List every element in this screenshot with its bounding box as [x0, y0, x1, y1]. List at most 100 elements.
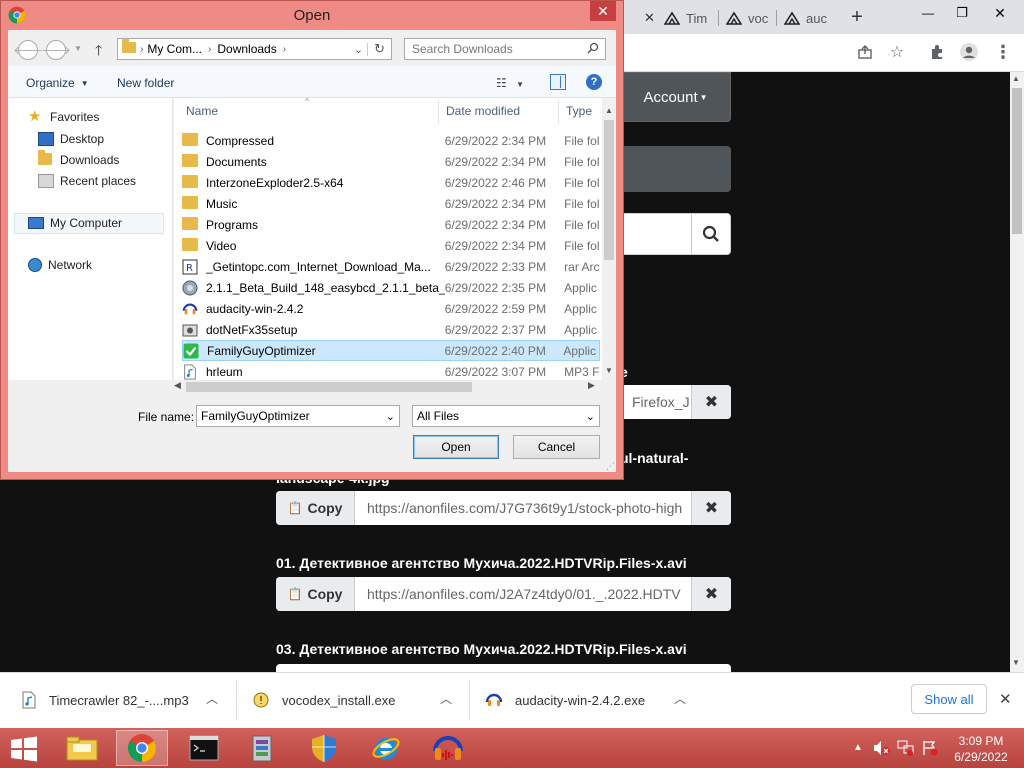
network-icon[interactable]: [897, 740, 915, 756]
tab-audacity[interactable]: auc: [776, 2, 834, 34]
dialog-close-button[interactable]: ✕: [590, 1, 616, 21]
chevron-up-icon[interactable]: ︿: [440, 690, 452, 707]
scroll-right-arrow-icon[interactable]: ▶: [588, 380, 595, 391]
link-url[interactable]: https://anonfiles.com/J7G736t9y1/stock-p…: [355, 491, 691, 525]
help-icon[interactable]: ?: [586, 74, 602, 90]
file-row[interactable]: FamilyGuyOptimizer 6/29/2022 2:40 PM Appli…: [182, 340, 600, 361]
file-row[interactable]: R _Getintopc.com_Internet_Download_Ma... 6…: [182, 256, 600, 277]
site-search-button[interactable]: [691, 214, 730, 254]
profile-avatar-icon[interactable]: [958, 41, 980, 63]
file-type: File fol: [564, 154, 600, 169]
account-dropdown-button[interactable]: Account ▼: [620, 72, 731, 122]
entry-title: 01. Детективное агентство Мухича.2022.HD…: [276, 555, 687, 571]
organize-menu[interactable]: Organize ▼: [26, 76, 89, 90]
tab-close-icon[interactable]: ✕: [636, 2, 656, 34]
share-icon[interactable]: [854, 41, 876, 63]
chevron-up-icon[interactable]: ︿: [206, 690, 218, 707]
taskbar-internet-explorer[interactable]: [360, 730, 412, 766]
breadcrumb-my-computer[interactable]: My Com...: [147, 42, 202, 56]
taskbar-cmd[interactable]: [178, 730, 230, 766]
column-header-type[interactable]: Type: [566, 104, 592, 118]
link-url[interactable]: Firefox_J: [620, 385, 691, 419]
file-list-hscroll-thumb[interactable]: [186, 382, 472, 392]
file-row[interactable]: Video 6/29/2022 2:34 PM File fol: [182, 235, 600, 256]
file-row[interactable]: InterzoneExploder2.5-x64 6/29/2022 2:46 P…: [182, 172, 600, 193]
address-history-chevron-icon[interactable]: ⌄: [350, 42, 369, 56]
cancel-button[interactable]: Cancel: [513, 435, 600, 459]
search-downloads-input[interactable]: Search Downloads: [404, 38, 606, 60]
resize-grip-icon[interactable]: ⋰: [606, 461, 615, 472]
refresh-icon[interactable]: ↻: [368, 41, 391, 57]
back-button[interactable]: 🡐: [13, 40, 43, 60]
minimize-button[interactable]: —: [916, 4, 940, 22]
start-windows-icon[interactable]: [10, 736, 38, 762]
scroll-left-arrow-icon[interactable]: ◀: [174, 380, 181, 391]
copy-button[interactable]: 📋 Copy: [276, 577, 355, 611]
scroll-down-arrow-icon[interactable]: ▼: [1012, 658, 1020, 667]
file-row[interactable]: Documents 6/29/2022 2:34 PM File fol: [182, 151, 600, 172]
open-button[interactable]: Open: [413, 435, 499, 459]
chevron-down-icon[interactable]: ⌄: [386, 410, 395, 423]
breadcrumb-downloads[interactable]: Downloads: [217, 42, 276, 56]
browser-close-button[interactable]: ✕: [988, 4, 1012, 22]
page-scrollbar-thumb[interactable]: [1012, 88, 1022, 234]
file-row[interactable]: 2.1.1_Beta_Build_148_easybcd_2.1.1_beta_…: [182, 277, 600, 298]
tab-timecrawler[interactable]: Tim: [656, 2, 716, 34]
scroll-up-arrow-icon[interactable]: ▲: [1012, 74, 1020, 83]
chrome-icon: [128, 734, 156, 762]
view-options-icon[interactable]: ☷ ▼: [496, 76, 524, 90]
show-all-downloads-button[interactable]: Show all: [911, 684, 987, 714]
bookmark-star-icon[interactable]: ☆: [886, 41, 908, 63]
file-type-select[interactable]: All Files ⌄: [412, 405, 600, 427]
nav-favorites[interactable]: ★ Favorites: [28, 109, 99, 124]
scroll-up-arrow-icon[interactable]: ▲: [605, 106, 613, 115]
file-name: audacity-win-2.4.2: [206, 301, 304, 316]
menu-kebab-icon[interactable]: ⋮: [992, 41, 1014, 63]
restore-button[interactable]: ❐: [950, 4, 974, 22]
new-folder-button[interactable]: New folder: [117, 76, 174, 90]
folder-file-icon: [182, 195, 198, 212]
taskbar-security[interactable]: [298, 730, 350, 766]
download-item-audacity[interactable]: audacity-win-2.4.2.exe: [485, 684, 645, 716]
remove-link-button[interactable]: ✖: [691, 385, 731, 419]
column-header-date[interactable]: Date modified: [446, 104, 520, 118]
chevron-up-icon[interactable]: ︿: [674, 690, 686, 707]
file-row[interactable]: dotNetFx35setup 6/29/2022 2:37 PM Applic: [182, 319, 600, 340]
remove-link-button[interactable]: ✖: [691, 491, 731, 525]
extensions-icon[interactable]: [926, 41, 948, 63]
tray-overflow-icon[interactable]: ▲: [853, 742, 863, 753]
file-type: File fol: [564, 217, 600, 232]
download-item-timecrawler[interactable]: Timecrawler 82_-....mp3: [22, 684, 189, 716]
address-bar[interactable]: › My Com... › Downloads › ⌄ ↻: [117, 38, 392, 60]
taskbar-audacity[interactable]: [422, 730, 474, 766]
download-item-vocodex[interactable]: vocodex_install.exe: [252, 684, 395, 716]
file-name-input[interactable]: FamilyGuyOptimizer ⌄: [196, 405, 400, 427]
copy-button[interactable]: 📋 Copy: [276, 491, 355, 525]
forward-button[interactable]: 🡒: [41, 40, 71, 60]
check-file-icon: [183, 343, 199, 359]
taskbar-file-explorer[interactable]: [56, 730, 108, 766]
column-header-name[interactable]: Name: [186, 104, 218, 118]
audio-file-icon: [22, 691, 36, 709]
file-row[interactable]: Music 6/29/2022 2:34 PM File fol: [182, 193, 600, 214]
file-row[interactable]: Compressed 6/29/2022 2:34 PM File fol: [182, 130, 600, 151]
file-row[interactable]: Programs 6/29/2022 2:34 PM File fol: [182, 214, 600, 235]
tab-vocodex[interactable]: voc: [718, 2, 776, 34]
recent-locations-chevron-icon[interactable]: ▼: [74, 44, 82, 53]
up-level-button[interactable]: 🡑: [95, 40, 102, 64]
file-list-vscroll-thumb[interactable]: [604, 120, 614, 260]
scroll-down-arrow-icon[interactable]: ▼: [605, 366, 613, 375]
remove-link-button[interactable]: ✖: [691, 577, 731, 611]
file-row[interactable]: hrleum 6/29/2022 3:07 PM MP3 F: [182, 361, 600, 380]
preview-pane-icon[interactable]: [550, 74, 566, 90]
file-row[interactable]: audacity-win-2.4.2 6/29/2022 2:59 PM Appli…: [182, 298, 600, 319]
new-tab-button[interactable]: +: [846, 6, 868, 28]
link-url[interactable]: https://anonfiles.com/J2A7z4tdy0/01._.20…: [355, 577, 691, 611]
rar-file-icon: R: [182, 259, 198, 275]
volume-muted-icon[interactable]: [873, 740, 891, 756]
clock[interactable]: 3:09 PM 6/29/2022: [944, 733, 1018, 765]
action-center-flag-icon[interactable]: [921, 740, 939, 756]
taskbar-chrome[interactable]: [116, 730, 168, 766]
close-download-bar-icon[interactable]: ✕: [999, 690, 1012, 708]
taskbar-archive[interactable]: [236, 730, 288, 766]
